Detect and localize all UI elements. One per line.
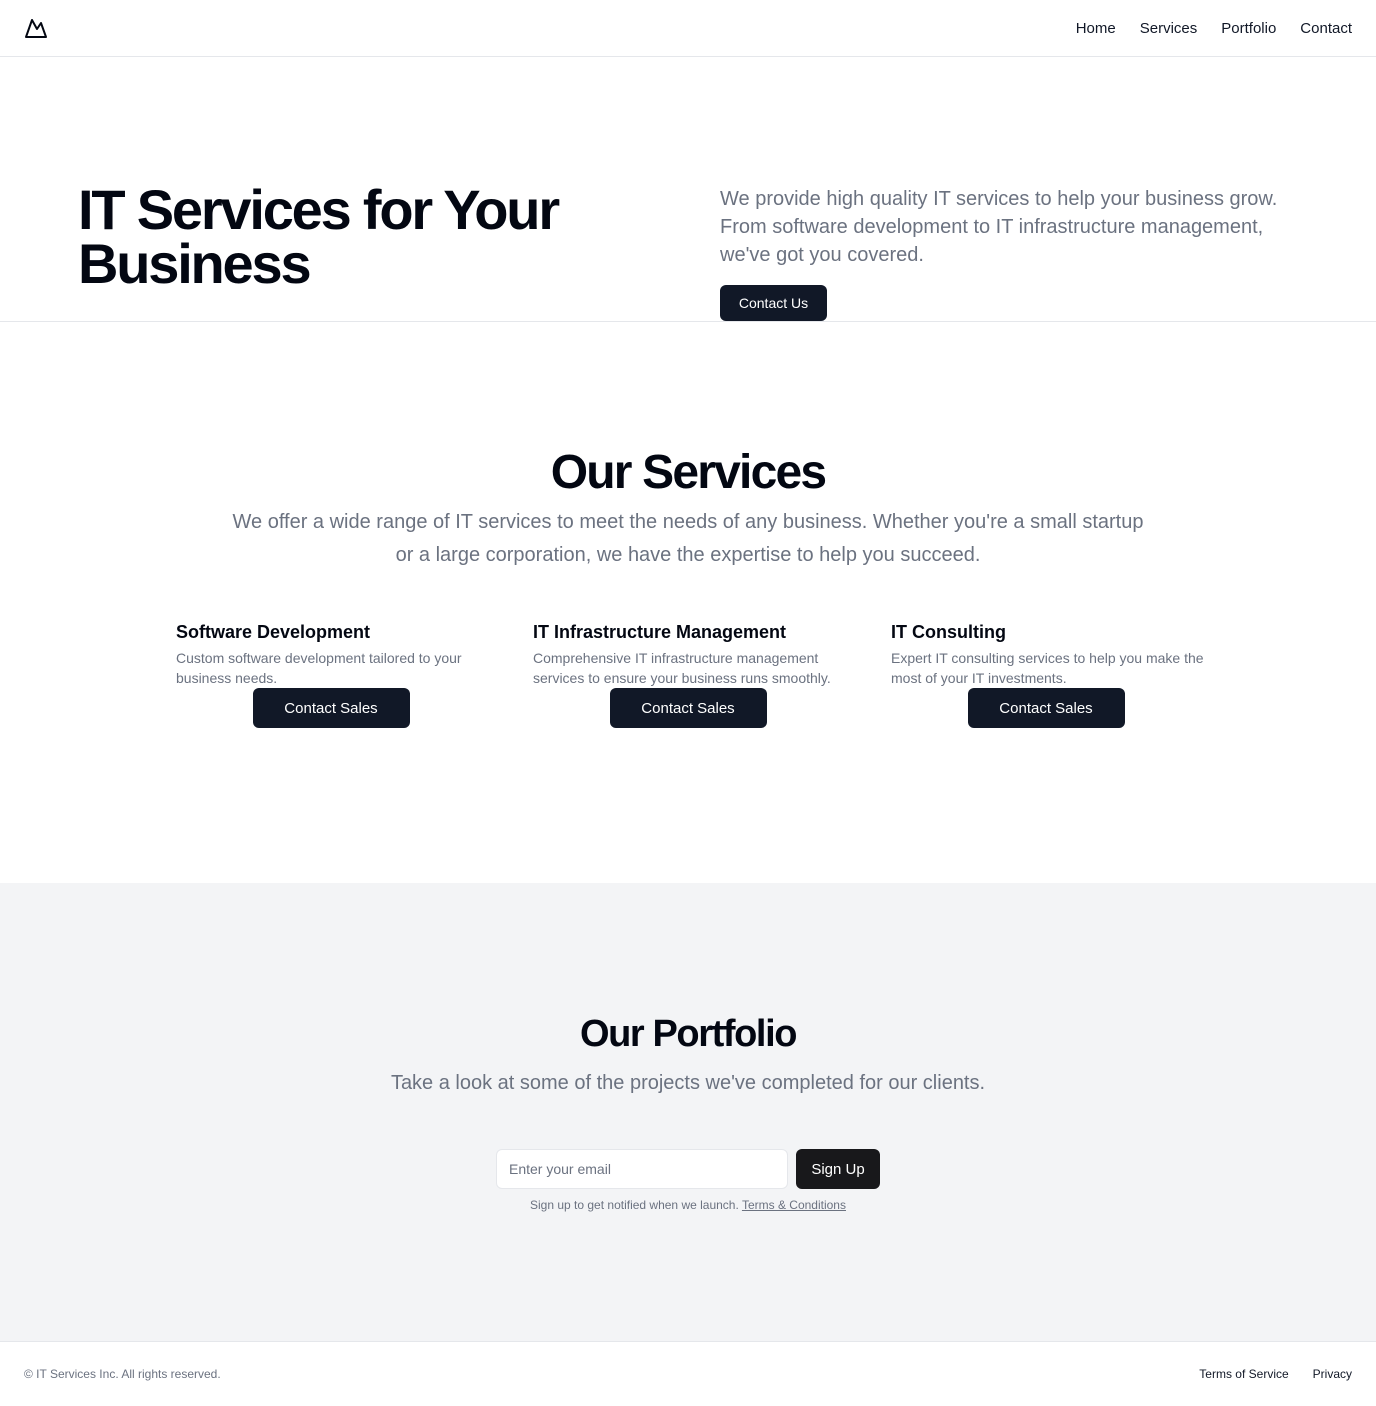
hero-description: We provide high quality IT services to h… bbox=[720, 188, 1278, 266]
footer-terms-link[interactable]: Terms of Service bbox=[1199, 1367, 1288, 1381]
portfolio-title: Our Portfolio bbox=[579, 1013, 798, 1055]
services-section: Our Services We offer a wide range of IT… bbox=[0, 322, 1376, 883]
fine-print-text: Sign up to get notified when we launch. bbox=[530, 1198, 739, 1212]
service-title: IT Infrastructure Management bbox=[533, 622, 787, 642]
terms-link[interactable]: Terms & Conditions bbox=[742, 1198, 846, 1212]
main-nav: Home Services Portfolio Contact bbox=[1076, 20, 1352, 37]
logo-link[interactable] bbox=[24, 16, 48, 40]
hero-section: IT Services for Your Business We provide… bbox=[0, 57, 1376, 322]
service-card-infrastructure: IT Infrastructure Management Comprehensi… bbox=[533, 620, 853, 728]
sign-up-button[interactable]: Sign Up bbox=[796, 1149, 880, 1189]
nav-home[interactable]: Home bbox=[1076, 20, 1116, 37]
contact-sales-button[interactable]: Contact Sales bbox=[967, 688, 1125, 728]
site-footer: © IT Services Inc. All rights reserved. … bbox=[0, 1341, 1376, 1406]
site-header: Home Services Portfolio Contact bbox=[0, 0, 1376, 57]
portfolio-section: Our Portfolio Take a look at some of the… bbox=[0, 883, 1376, 1341]
footer-privacy-link[interactable]: Privacy bbox=[1313, 1367, 1352, 1381]
service-description: Expert IT consulting services to help yo… bbox=[891, 650, 1204, 686]
services-title: Our Services bbox=[550, 446, 827, 499]
hero-title: IT Services for Your Business bbox=[78, 178, 560, 295]
nav-portfolio[interactable]: Portfolio bbox=[1221, 20, 1276, 37]
service-card-software: Software Development Custom software dev… bbox=[176, 620, 496, 728]
service-card-consulting: IT Consulting Expert IT consulting servi… bbox=[891, 620, 1211, 728]
service-title: IT Consulting bbox=[891, 622, 1006, 642]
nav-contact[interactable]: Contact bbox=[1300, 20, 1352, 37]
footer-nav: Terms of Service Privacy bbox=[1199, 1367, 1352, 1381]
services-subtitle: We offer a wide range of IT services to … bbox=[232, 511, 1144, 566]
email-input[interactable] bbox=[496, 1149, 788, 1189]
portfolio-subtitle: Take a look at some of the projects we'v… bbox=[390, 1072, 986, 1094]
page: Home Services Portfolio Contact IT Servi… bbox=[0, 0, 1376, 1406]
mountain-icon bbox=[25, 19, 47, 38]
signup-fine-print: Sign up to get notified when we launch. … bbox=[0, 1197, 1376, 1213]
contact-sales-button[interactable]: Contact Sales bbox=[609, 688, 767, 728]
service-description: Comprehensive IT infrastructure manageme… bbox=[533, 650, 831, 686]
copyright-text: © IT Services Inc. All rights reserved. bbox=[24, 1367, 221, 1381]
service-description: Custom software development tailored to … bbox=[176, 650, 462, 686]
service-title: Software Development bbox=[176, 622, 371, 642]
contact-us-button[interactable]: Contact Us bbox=[720, 285, 827, 321]
nav-services[interactable]: Services bbox=[1140, 20, 1198, 37]
contact-sales-button[interactable]: Contact Sales bbox=[252, 688, 410, 728]
